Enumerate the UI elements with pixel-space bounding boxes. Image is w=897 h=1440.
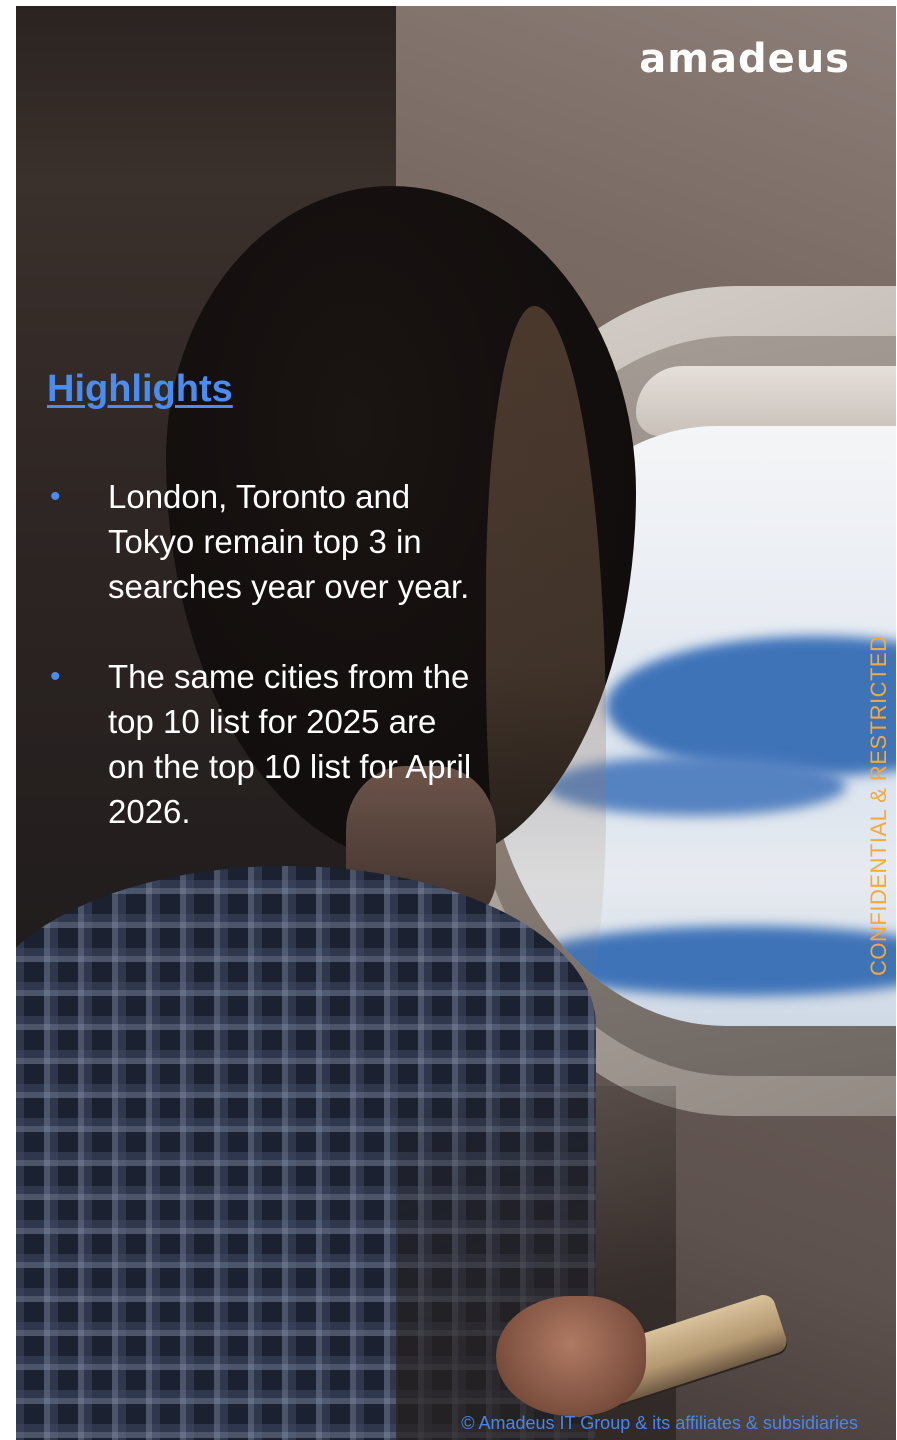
bullet-dot-icon: • (50, 480, 61, 513)
highlights-title: Highlights (47, 368, 233, 410)
highlight-text: London, Toronto and Tokyo remain top 3 i… (108, 478, 470, 605)
highlights-list: • London, Toronto and Tokyo remain top 3… (42, 474, 482, 879)
slide: amadeus Highlights • London, Toronto and… (16, 6, 896, 1440)
highlight-text: The same cities from the top 10 list for… (108, 658, 472, 830)
classification-label: CONFIDENTIAL & RESTRICTED (866, 635, 891, 977)
copyright-footer: © Amadeus IT Group & its affiliates & su… (461, 1413, 858, 1433)
highlight-item: • The same cities from the top 10 list f… (42, 654, 482, 834)
highlight-item: • London, Toronto and Tokyo remain top 3… (42, 474, 482, 609)
amadeus-logo: amadeus (639, 36, 850, 82)
bullet-dot-icon: • (50, 660, 61, 693)
hand (496, 1296, 646, 1416)
cloud-band (606, 636, 896, 776)
